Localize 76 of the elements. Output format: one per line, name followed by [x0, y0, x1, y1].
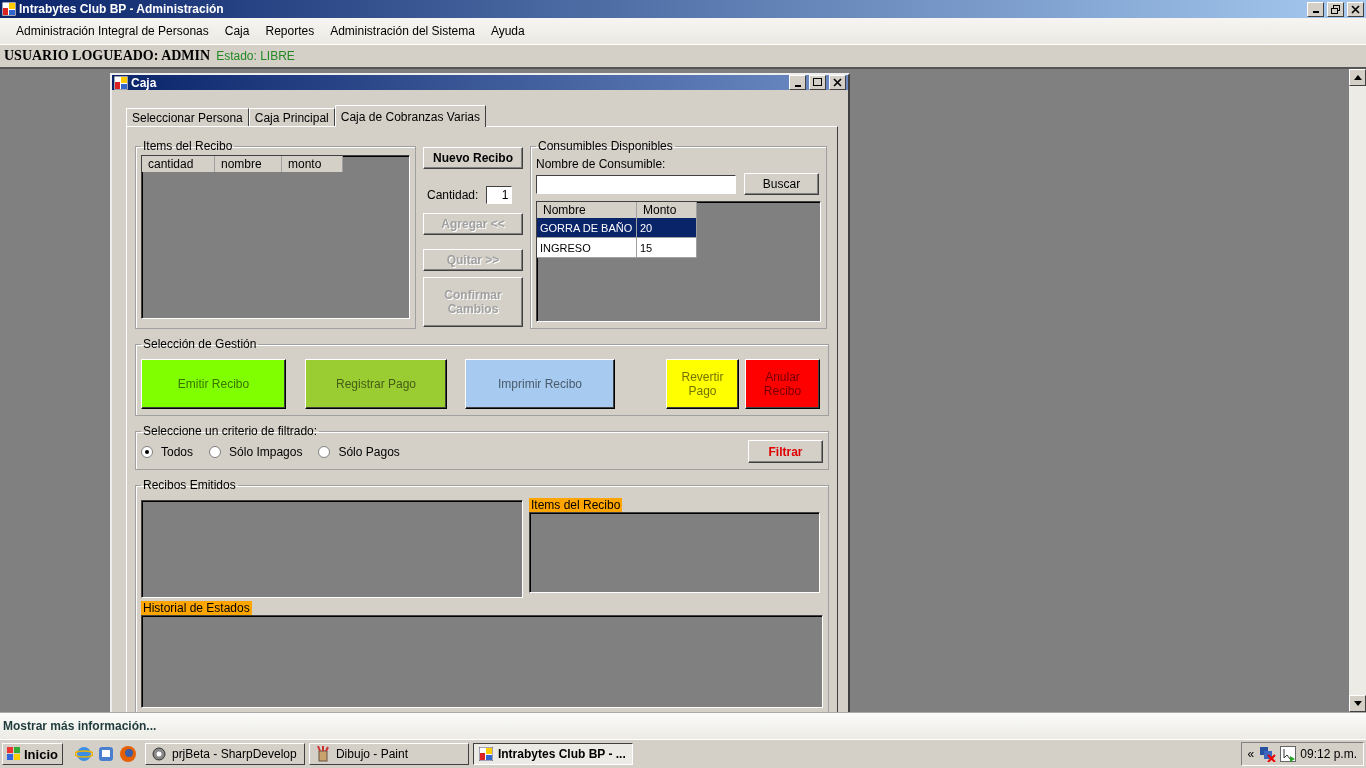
minimize-icon — [1312, 11, 1319, 13]
tab[interactable]: Seleccionar Persona — [126, 108, 249, 126]
new-receipt-button[interactable]: Nuevo Recibo — [423, 147, 523, 169]
app-icon — [478, 747, 493, 761]
user-label: USUARIO LOGUEADO: ADMIN — [4, 48, 211, 64]
restore-icon — [1331, 4, 1340, 14]
close-icon — [1351, 4, 1360, 14]
desktop-icon[interactable] — [96, 745, 115, 763]
close-button[interactable] — [829, 75, 846, 90]
cursor-icon[interactable] — [1280, 746, 1297, 762]
scroll-down-button[interactable] — [1349, 695, 1366, 712]
minimize-icon — [794, 84, 801, 87]
action-button[interactable]: Registrar Pago — [305, 359, 447, 409]
status-text[interactable]: Mostrar más información... — [3, 719, 157, 733]
paint-cup-icon — [314, 746, 331, 762]
menu-item[interactable]: Administración Integral de Personas — [8, 24, 217, 38]
task-button[interactable]: prjBeta - SharpDevelop — [144, 743, 305, 765]
minimize-button[interactable] — [789, 75, 806, 90]
column-header[interactable]: nombre — [215, 156, 282, 172]
app-icon — [114, 75, 128, 90]
scroll-up-button[interactable] — [1349, 69, 1366, 86]
radio-label[interactable]: Sólo Impagos — [229, 444, 303, 459]
tab[interactable]: Caja de Cobranzas Varias — [334, 105, 486, 127]
field-label: Nombre de Consumible: — [536, 157, 667, 171]
gear-icon — [150, 746, 167, 762]
group-title: Items del Recibo — [142, 139, 234, 153]
search-button[interactable]: Buscar — [744, 173, 819, 195]
radio-button[interactable] — [318, 445, 331, 458]
network-disconnected-icon[interactable] — [1258, 746, 1277, 762]
up-arrow-icon — [1353, 75, 1362, 80]
menu-item[interactable]: Reportes — [257, 24, 323, 38]
radio-label[interactable]: Todos — [161, 444, 194, 459]
section-label: Items del Recibo — [529, 498, 623, 512]
table-row[interactable]: INGRESO 15 — [537, 238, 697, 258]
table-row[interactable]: GORRA DE BAÑO 20 — [537, 218, 697, 238]
radio-button[interactable] — [209, 445, 222, 458]
group-title: Consumibles Disponibles — [537, 139, 674, 153]
search-field[interactable] — [536, 174, 736, 194]
down-arrow-icon — [1353, 701, 1362, 706]
app-icon — [2, 2, 16, 16]
action-button[interactable]: Imprimir Recibo — [465, 359, 615, 409]
group-title: Recibos Emitidos — [142, 478, 237, 492]
expand-tray-button[interactable]: « — [1247, 747, 1255, 761]
maximize-button[interactable] — [809, 75, 826, 90]
group-title: Seleccione un criterio de filtrado: — [142, 424, 319, 438]
window-title: Caja — [131, 75, 158, 90]
tab[interactable]: Caja Principal — [248, 108, 335, 126]
column-header[interactable]: monto — [282, 156, 343, 172]
column-header[interactable]: cantidad — [142, 156, 215, 172]
column-header[interactable]: Monto — [637, 202, 697, 218]
menu-item[interactable]: Ayuda — [482, 24, 533, 38]
menu-item[interactable]: Administración del Sistema — [322, 24, 483, 38]
table-cell: INGRESO — [537, 238, 637, 258]
maximize-icon — [813, 78, 822, 87]
start-button[interactable]: Inicio — [2, 743, 63, 765]
window-title: Intrabytes Club BP - Administración — [19, 2, 225, 16]
table-cell: 15 — [637, 238, 697, 258]
minimize-button[interactable] — [1307, 1, 1324, 17]
windows-logo-icon — [7, 747, 21, 761]
section-label: Historial de Estados — [141, 601, 252, 615]
close-button[interactable] — [1347, 1, 1364, 17]
action-button[interactable]: Revertir Pago — [666, 359, 739, 409]
column-header[interactable]: Nombre — [537, 202, 637, 218]
restore-button[interactable] — [1327, 1, 1344, 17]
quantity-field[interactable]: 1 — [486, 186, 513, 204]
task-button[interactable]: Dibujo - Paint — [308, 743, 469, 765]
close-icon — [833, 78, 842, 87]
menu-item[interactable]: Caja — [216, 24, 258, 38]
action-button[interactable]: Emitir Recibo — [141, 359, 286, 409]
status-label: Estado: LIBRE — [216, 49, 295, 63]
task-button[interactable]: Intrabytes Club BP - ... — [472, 743, 633, 765]
radio-button[interactable] — [141, 445, 153, 458]
group-title: Selección de Gestión — [142, 337, 258, 351]
quantity-label: Cantidad: — [427, 188, 479, 202]
radio-label[interactable]: Sólo Pagos — [338, 444, 400, 459]
clock: 09:12 p.m. — [1300, 747, 1357, 761]
